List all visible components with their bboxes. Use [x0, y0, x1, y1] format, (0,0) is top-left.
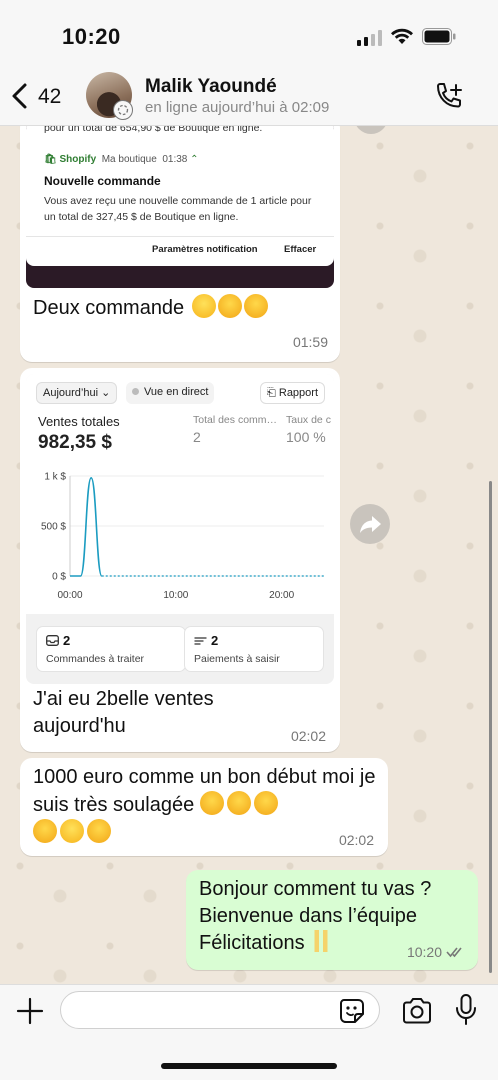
message-time: 10:20 — [406, 944, 442, 960]
sticker-icon[interactable] — [338, 997, 366, 1025]
disappearing-timer-icon — [113, 100, 133, 120]
orders-to-process-label: Commandes à traiter — [46, 653, 145, 665]
date-filter: Aujourd’hui ⌄ — [36, 382, 118, 404]
date-filter-label: Aujourd’hui — [43, 387, 99, 399]
contact-name[interactable]: Malik Yaoundé — [145, 76, 277, 98]
report-label: Rapport — [278, 387, 319, 399]
message-time: 01:59 — [292, 334, 328, 350]
message-text: J'ai eu 2belle ventes aujourd'hu — [33, 688, 214, 737]
add-call-icon[interactable] — [434, 82, 466, 112]
payments-to-capture-value: 2 — [211, 633, 219, 648]
message-bubble-sent[interactable]: Bonjour comment tu vas ? Bienvenue dans … — [186, 870, 478, 970]
message-bubble-received[interactable]: Aujourd’hui ⌄ Vue en direct ⎗ Rapport Ve… — [20, 368, 340, 752]
partying-face-emoji — [33, 819, 57, 843]
conversion-label: Taux de c — [286, 414, 331, 426]
message-text: 1000 euro comme un bon début moi je suis… — [33, 764, 378, 847]
live-view-button: Vue en direct — [126, 382, 215, 404]
payment-icon — [194, 637, 207, 645]
partying-face-emoji — [253, 791, 278, 815]
message-line: Félicitations — [199, 932, 305, 954]
battery-icon — [422, 28, 456, 45]
total-orders-value: 2 — [193, 429, 201, 445]
read-receipt-icon — [446, 947, 462, 958]
notification-body: Vous avez reçu une nouvelle commande de … — [44, 195, 312, 223]
payments-to-capture-label: Paiements à saisir — [194, 653, 280, 665]
notification-shop: Ma boutique — [101, 154, 157, 165]
message-bubble-received[interactable]: pour un total de 654,90 $ de Boutique en… — [20, 126, 340, 362]
orders-to-process-card: 2 Commandes à traiter — [36, 626, 186, 672]
analytics-screenshot[interactable]: Aujourd’hui ⌄ Vue en direct ⎗ Rapport Ve… — [26, 374, 334, 684]
partying-face-emoji — [217, 294, 242, 318]
forward-icon — [360, 516, 381, 533]
report-button: ⎗ Rapport — [260, 382, 326, 404]
notification-app: Shopify — [59, 154, 97, 165]
live-view-label: Vue en direct — [144, 386, 209, 398]
notification-card: pour un total de 654,90 $ de Boutique en… — [26, 126, 334, 266]
chart-series-line — [70, 476, 103, 577]
partying-face-emoji — [199, 791, 224, 815]
smiling-face-emoji — [191, 294, 216, 318]
partying-face-emoji — [87, 819, 111, 843]
chart-x-tick: 00:00 — [57, 590, 82, 601]
plus-icon[interactable] — [16, 997, 44, 1025]
conversion-value: 100 % — [286, 429, 326, 445]
divider — [26, 236, 334, 237]
notification-previous-line: pour un total de 654,90 $ de Boutique en… — [44, 126, 263, 134]
message-input[interactable] — [60, 991, 380, 1029]
chat-header: 42 Malik Yaoundé en ligne aujourd’hui à … — [0, 70, 498, 126]
chevron-up-icon: ⌃ — [190, 154, 199, 165]
notification-settings-action: Paramètres notification — [152, 244, 258, 255]
notification-title: Nouvelle commande — [44, 174, 161, 188]
partying-face-emoji — [226, 791, 251, 815]
smiling-face-emoji — [60, 819, 84, 843]
home-indicator — [161, 1063, 337, 1069]
analytics-panel: Aujourd’hui ⌄ Vue en direct ⎗ Rapport Ve… — [26, 374, 334, 614]
forward-button[interactable] — [350, 504, 390, 544]
message-line: Bonjour comment tu vas ? — [199, 878, 432, 900]
chart-y-tick: 500 $ — [41, 522, 66, 533]
unread-count[interactable]: 42 — [38, 85, 61, 109]
orders-to-process-value: 2 — [63, 633, 71, 648]
chart-y-tick: 1 k $ — [44, 472, 66, 483]
message-text-content: Deux commande — [33, 297, 185, 319]
camera-icon[interactable] — [401, 997, 433, 1025]
report-icon: ⎗ — [267, 387, 276, 399]
shopify-logo-icon: 🛍︎ — [44, 154, 57, 165]
chart-y-tick: 0 $ — [52, 572, 66, 583]
wifi-icon — [391, 28, 413, 44]
notification-screenshot[interactable]: pour un total de 654,90 $ de Boutique en… — [26, 126, 334, 288]
notification-time: 01:38 — [162, 154, 188, 165]
message-line: Bienvenue dans l’équipe — [199, 905, 417, 927]
message-text: Deux commande — [33, 294, 268, 322]
scroll-button[interactable] — [354, 126, 388, 134]
sales-chart: 0 $ 500 $ 1 k $ 00:00 10:00 20:00 — [41, 472, 324, 601]
notification-clear-action: Effacer — [284, 244, 317, 255]
message-bubble-received[interactable]: 1000 euro comme un bon début moi je suis… — [20, 758, 388, 856]
message-time: 02:02 — [290, 728, 326, 744]
partying-face-emoji — [243, 294, 268, 318]
live-dot-icon — [132, 388, 139, 395]
status-bar: 10:20 — [0, 0, 498, 70]
cellular-signal-icon — [357, 30, 382, 46]
payments-to-capture-card: 2 Paiements à saisir — [184, 626, 324, 672]
total-sales-label: Ventes totales — [38, 414, 120, 429]
chat-scrollbar[interactable] — [489, 481, 492, 973]
chart-x-tick: 20:00 — [269, 590, 294, 601]
chart-x-tick: 10:00 — [163, 590, 188, 601]
back-chevron-icon[interactable] — [10, 82, 30, 110]
total-sales-value: 982,35 $ — [38, 432, 112, 453]
chevron-down-icon: ⌄ — [101, 387, 111, 399]
chat-area[interactable]: pour un total de 654,90 $ de Boutique en… — [0, 126, 498, 984]
status-time: 10:20 — [62, 24, 121, 49]
total-orders-label: Total des comm… — [193, 414, 278, 426]
clinking-glasses-emoji — [310, 930, 333, 952]
notification-source: 🛍︎ Shopify Ma boutique 01:38 ⌃ — [44, 154, 199, 165]
message-time: 02:02 — [338, 832, 374, 848]
microphone-icon[interactable] — [455, 994, 477, 1026]
inbox-icon — [46, 635, 59, 646]
contact-status: en ligne aujourd’hui à 02:09 — [145, 99, 330, 116]
input-bar — [0, 984, 498, 1080]
